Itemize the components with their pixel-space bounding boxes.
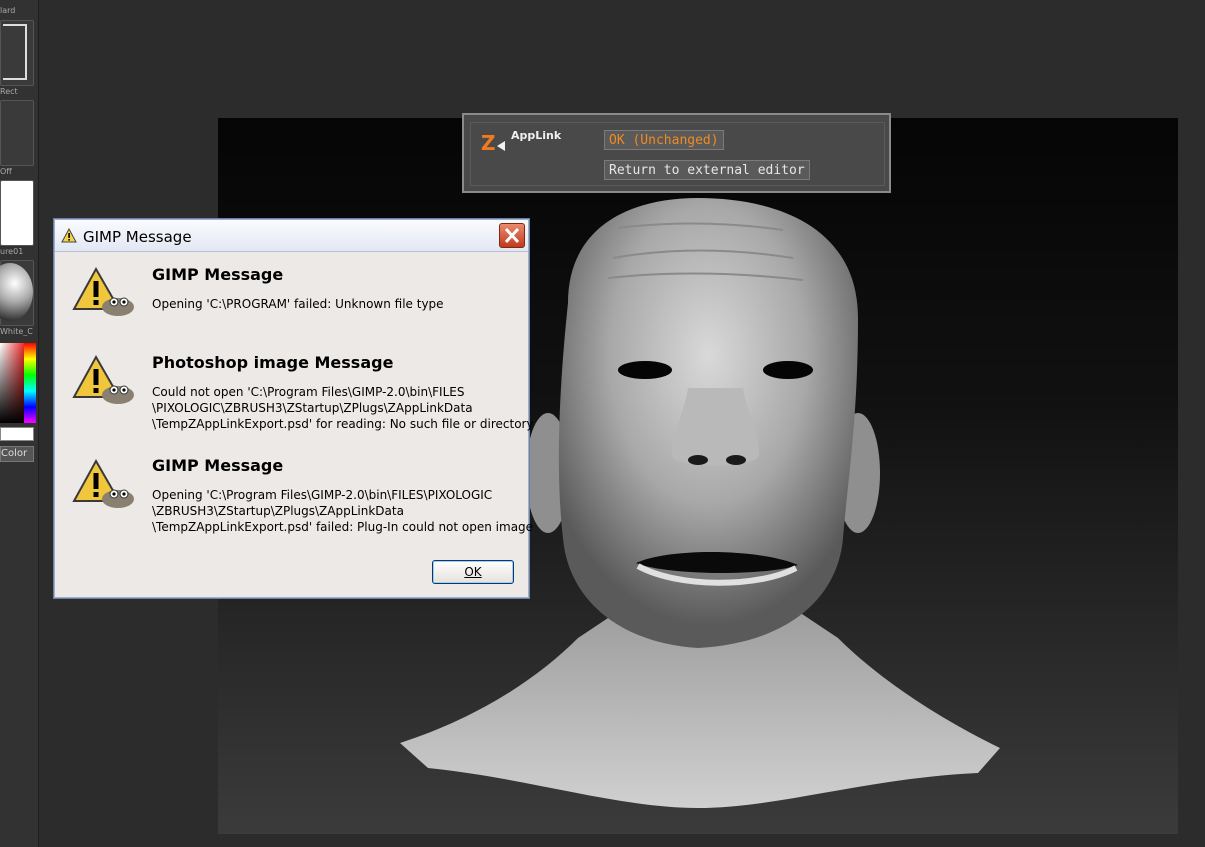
gimp-message-dialog: GIMP Message GIMP Message Opening 'C:\PR… [53,218,534,599]
color-picker[interactable] [0,343,36,423]
zapplink-logo: Z AppLink [479,129,571,155]
shelf-tile-material[interactable] [0,260,34,326]
dialog-title: GIMP Message [83,228,192,246]
message-body: Opening 'C:\Program Files\GIMP-2.0\bin\F… [152,488,534,534]
shelf-label-texture: ure01 [0,247,24,256]
dialog-titlebar[interactable]: GIMP Message [55,220,528,252]
ok-unchanged-button[interactable]: OK (Unchanged) [604,130,724,150]
ok-button[interactable]: OK [432,560,514,584]
shelf-label-material: White_C [0,327,33,336]
shelf-tile-rect[interactable] [0,20,34,86]
gimp-warning-icon [61,228,77,243]
gimp-warning-icon [72,458,134,508]
close-icon [504,227,520,244]
gimp-warning-icon [72,266,134,316]
arrow-icon [497,141,505,151]
close-button[interactable] [499,223,525,248]
gimp-warning-icon [72,354,134,404]
shelf-label-off: Off [0,167,12,176]
message-heading: Photoshop image Message [152,353,394,372]
material-sphere-icon [0,263,33,321]
message-body: Opening 'C:\PROGRAM' failed: Unknown fil… [152,297,444,311]
message-heading: GIMP Message [152,456,284,475]
rect-icon [3,24,27,80]
shelf-label-rect: Rect [0,87,18,96]
message-body: Could not open 'C:\Program Files\GIMP-2.… [152,385,534,431]
left-shelf: lard Rect Off ure01 White_C Color [0,0,39,847]
return-to-editor-button[interactable]: Return to external editor [604,160,810,180]
shelf-tile-texture[interactable] [0,180,34,246]
shelf-top-label: lard [0,6,16,15]
z-logo-icon: Z [481,131,496,155]
applink-logo-text: AppLink [511,129,562,142]
color-button[interactable]: Color [0,446,34,462]
color-swatch[interactable] [0,427,34,441]
zapplink-panel: Z AppLink OK (Unchanged) Return to exter… [462,113,891,193]
message-heading: GIMP Message [152,265,284,284]
shelf-tile-off[interactable] [0,100,34,166]
